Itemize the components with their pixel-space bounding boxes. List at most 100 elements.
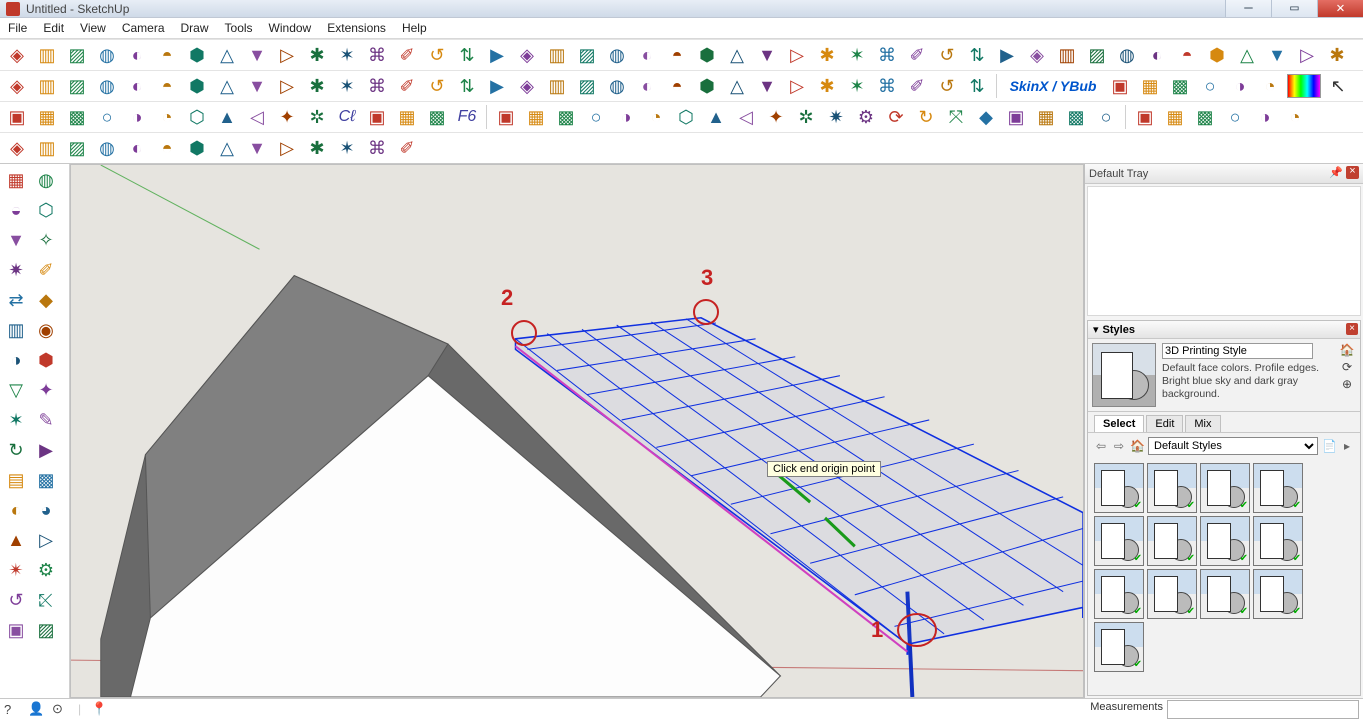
tb3d-globe-icon[interactable]: ▦ — [1162, 104, 1188, 130]
tb2-n-icon[interactable]: ⇅ — [454, 73, 480, 99]
style-new-button[interactable]: ⊕ — [1342, 377, 1352, 391]
tb1-rect-icon[interactable]: ▷ — [1294, 42, 1320, 68]
tb2-grass-icon[interactable]: ⌘ — [874, 73, 900, 99]
tray-header[interactable]: Default Tray 📌 × — [1085, 164, 1363, 184]
styles-nav-detail[interactable]: 📄 — [1322, 439, 1336, 453]
tb1-drop2-icon[interactable]: ◓ — [664, 42, 690, 68]
tb1-swirl2-icon[interactable]: ✶ — [844, 42, 870, 68]
tb1-plane-icon[interactable]: ◐ — [124, 42, 150, 68]
tb1-triangle-icon[interactable]: ⬢ — [694, 42, 720, 68]
tb1-3box-icon[interactable]: ▼ — [244, 42, 270, 68]
left-tool-offset-icon[interactable]: ▶ — [32, 436, 60, 464]
tb2-bush-icon[interactable]: ✐ — [904, 73, 930, 99]
style-thumbnail[interactable]: ✔ — [1147, 569, 1197, 619]
tb3c-grid6-icon[interactable]: ▲ — [703, 104, 729, 130]
active-style-thumbnail[interactable] — [1092, 343, 1156, 407]
tb3c-le-icon[interactable]: ⤧ — [943, 104, 969, 130]
tb3b-box-icon[interactable]: ▣ — [364, 104, 390, 130]
tb1-undo-icon[interactable]: ↺ — [934, 42, 960, 68]
tb3c-lb-icon[interactable]: ⚙ — [853, 104, 879, 130]
tb3b-box3-icon[interactable]: ▩ — [424, 104, 450, 130]
tb1-sandbox3-icon[interactable]: ⬢ — [1204, 42, 1230, 68]
tb1-sandbox-icon[interactable]: ◐ — [1144, 42, 1170, 68]
style-thumbnail[interactable]: ✔ — [1253, 516, 1303, 566]
tb2-sun-icon[interactable]: ◓ — [664, 73, 690, 99]
tb2-bush2-icon[interactable]: ↺ — [934, 73, 960, 99]
styles-tab-select[interactable]: Select — [1094, 415, 1144, 432]
tb1-bolt-icon[interactable]: ⇅ — [454, 42, 480, 68]
status-help-icon[interactable]: ? — [4, 702, 20, 717]
style-thumbnail[interactable]: ✔ — [1094, 463, 1144, 513]
tb1-select-icon[interactable]: ◈ — [4, 42, 30, 68]
tb1-orbit2-icon[interactable]: ▼ — [754, 42, 780, 68]
style-refresh-button[interactable]: ⟳ — [1342, 360, 1352, 374]
left-tool-zoom-ext-icon[interactable]: ⤪ — [32, 586, 60, 614]
tb3c-eraser-icon[interactable]: ▣ — [493, 104, 519, 130]
style-thumbnail[interactable]: ✔ — [1094, 622, 1144, 672]
tb1-shelves-icon[interactable]: ▨ — [1084, 42, 1110, 68]
tb3c-comp-icon[interactable]: ▦ — [1033, 104, 1059, 130]
tb2-arc-icon[interactable]: ◈ — [4, 73, 30, 99]
tb1-tag-icon[interactable]: ▥ — [34, 42, 60, 68]
tb1-dot-icon[interactable]: ▶ — [484, 42, 510, 68]
tb1-swirl-icon[interactable]: ✱ — [814, 42, 840, 68]
tb1-drape-icon[interactable]: △ — [1234, 42, 1260, 68]
left-tool-curve-icon[interactable]: ▥ — [2, 316, 30, 344]
tb2-rgn-icon[interactable]: ✱ — [304, 73, 330, 99]
tb4-arch-icon[interactable]: △ — [214, 135, 240, 161]
tb3c-grid1-icon[interactable]: ▩ — [553, 104, 579, 130]
left-tool-cube-icon[interactable]: ◍ — [32, 166, 60, 194]
tb4-arch2-icon[interactable]: ▼ — [244, 135, 270, 161]
style-thumbnail[interactable]: ✔ — [1253, 463, 1303, 513]
style-thumbnail[interactable]: ✔ — [1200, 569, 1250, 619]
tb1-shelves2-icon[interactable]: ◍ — [1114, 42, 1140, 68]
tb2-arc3-icon[interactable]: ⌘ — [364, 73, 390, 99]
tb3a-align-icon[interactable]: ○ — [94, 104, 120, 130]
style-thumbnail[interactable]: ✔ — [1094, 516, 1144, 566]
tb3d-cube-r-icon[interactable]: ○ — [1222, 104, 1248, 130]
tb2x-s1-icon[interactable]: ▣ — [1107, 73, 1133, 99]
tb1-square-icon[interactable]: ▶ — [994, 42, 1020, 68]
window-minimize-button[interactable]: – — [1225, 0, 1271, 17]
menu-item-draw[interactable]: Draw — [173, 19, 217, 37]
left-tool-pie-icon[interactable]: ⇄ — [2, 286, 30, 314]
tb2-oval-icon[interactable]: ▷ — [274, 73, 300, 99]
left-tool-orbit-icon[interactable]: ✴ — [2, 556, 30, 584]
tb1-block-icon[interactable]: ◈ — [1024, 42, 1050, 68]
tb1-plus-icon[interactable]: ◈ — [514, 42, 540, 68]
styles-nav-menu[interactable]: ▸ — [1340, 439, 1354, 453]
left-tool-text3d-icon[interactable]: ▷ — [32, 526, 60, 554]
tb1-dotted-icon[interactable]: ✱ — [1324, 42, 1350, 68]
tb3c-comp3-icon[interactable]: ○ — [1093, 104, 1119, 130]
menu-item-extensions[interactable]: Extensions — [319, 19, 394, 37]
left-tool-rotate-icon[interactable]: ✶ — [2, 406, 30, 434]
left-tool-pencil-icon[interactable]: ▼ — [2, 226, 30, 254]
tb1-sandbox2-icon[interactable]: ◓ — [1174, 42, 1200, 68]
left-tool-tape-icon[interactable]: ▤ — [2, 466, 30, 494]
tb3a-paper-icon[interactable]: ✲ — [304, 104, 330, 130]
tb1-plane-icon[interactable]: ◍ — [94, 42, 120, 68]
style-thumbnail[interactable]: ✔ — [1200, 516, 1250, 566]
tb1-orbit-icon[interactable]: △ — [724, 42, 750, 68]
tb3c-dot-icon[interactable]: ▦ — [523, 104, 549, 130]
styles-tab-mix[interactable]: Mix — [1185, 415, 1220, 432]
left-tool-eraser-icon[interactable]: ⬡ — [32, 196, 60, 224]
tb3d-cube-g-icon[interactable]: ◔ — [1282, 104, 1308, 130]
cl-script-icon[interactable]: Cℓ — [334, 104, 360, 130]
pointer-mode-icon[interactable]: ↖ — [1325, 73, 1351, 99]
styles-tab-edit[interactable]: Edit — [1146, 415, 1183, 432]
left-tool-scale-icon[interactable]: ↻ — [2, 436, 30, 464]
tb2-rect-icon[interactable]: △ — [214, 73, 240, 99]
left-tool-bucket-icon[interactable]: ◒ — [2, 196, 30, 224]
tb2-rrect-icon[interactable]: ▼ — [244, 73, 270, 99]
tb2-oshape-icon[interactable]: ▥ — [544, 73, 570, 99]
left-tool-zoom-icon[interactable]: ↺ — [2, 586, 30, 614]
style-name-input[interactable] — [1162, 343, 1313, 359]
tb2x-s2-icon[interactable]: ▦ — [1137, 73, 1163, 99]
tb4-half2-icon[interactable]: ✶ — [334, 135, 360, 161]
tb2-zig-icon[interactable]: ◐ — [124, 73, 150, 99]
left-tool-curve2-icon[interactable]: ◉ — [32, 316, 60, 344]
left-tool-rect-icon[interactable]: ✷ — [2, 256, 30, 284]
tb4-an-icon[interactable]: ◐ — [124, 135, 150, 161]
style-thumbnail[interactable]: ✔ — [1094, 569, 1144, 619]
